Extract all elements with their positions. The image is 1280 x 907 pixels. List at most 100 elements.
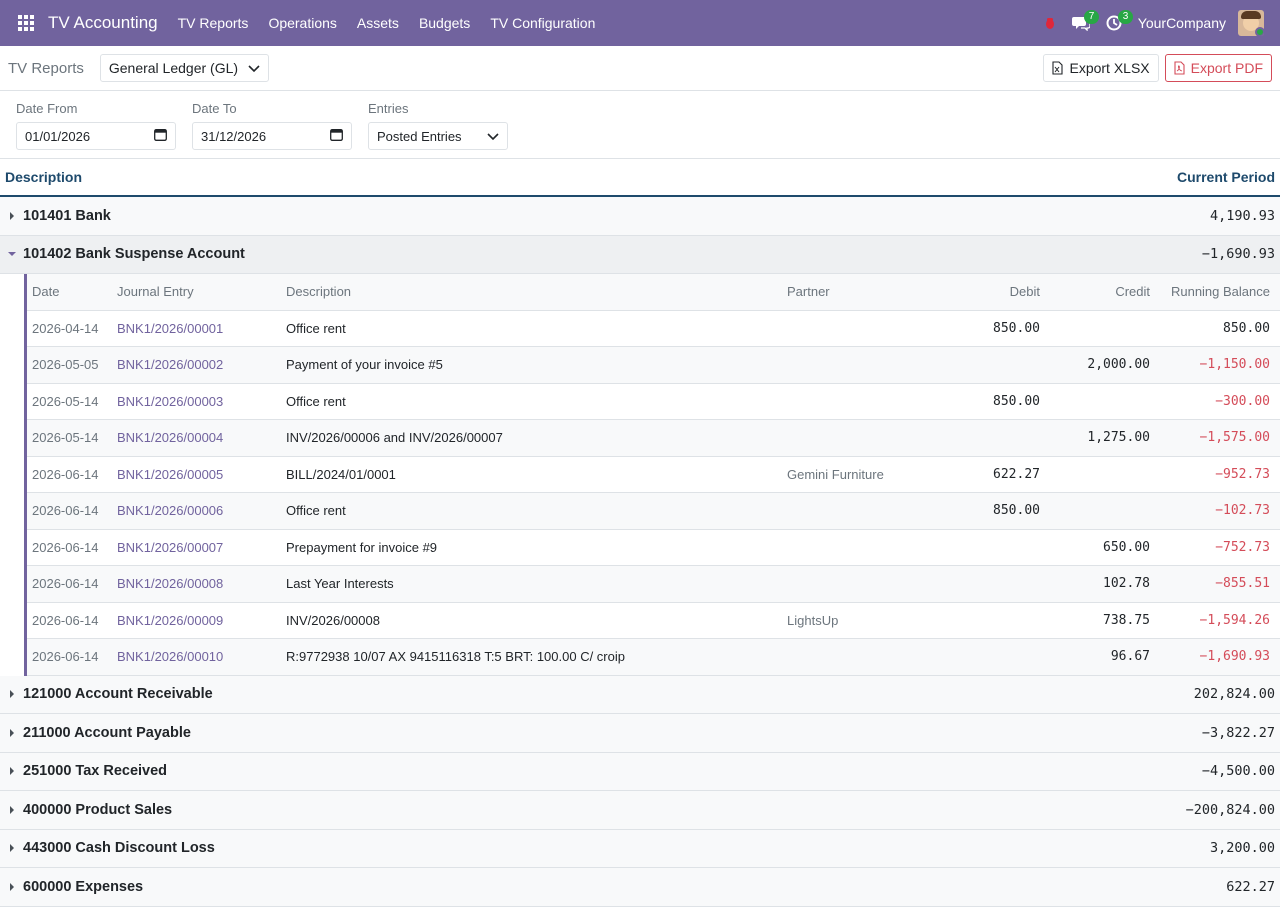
line-credit: 650.00 (1103, 539, 1150, 555)
journal-line-row[interactable]: 2026-06-14 BNK1/2026/00010 R:9772938 10/07… (27, 639, 1280, 676)
line-partner: LightsUp (787, 612, 839, 628)
breadcrumb[interactable]: TV Reports (8, 60, 84, 77)
journal-entry-link[interactable]: BNK1/2026/00005 (117, 467, 286, 482)
pdf-file-icon (1174, 61, 1185, 75)
line-description-column-header: Description (286, 284, 352, 300)
account-row[interactable]: 400000 Product Sales −200,824.00 (0, 791, 1280, 830)
journal-line-row[interactable]: 2026-06-14 BNK1/2026/00005 BILL/2024/01/00… (27, 457, 1280, 493)
menu-tv-reports[interactable]: TV Reports (168, 0, 259, 46)
apps-menu-icon[interactable] (6, 0, 46, 46)
calendar-icon[interactable] (330, 128, 343, 144)
account-amount: 3,200.00 (1209, 840, 1275, 857)
caret-right-icon[interactable] (0, 882, 23, 891)
app-brand[interactable]: TV Accounting (48, 13, 158, 33)
description-column-header: Description (5, 169, 83, 185)
line-debit: 850.00 (993, 393, 1040, 409)
journal-entry-link[interactable]: BNK1/2026/00008 (117, 576, 286, 591)
account-name: 121000 Account Receivable (23, 686, 213, 703)
account-row[interactable]: 101401 Bank 4,190.93 (0, 197, 1280, 236)
line-credit: 96.67 (1110, 649, 1150, 665)
line-description: Prepayment for invoice #9 (286, 539, 438, 555)
journal-entry-link[interactable]: BNK1/2026/00004 (117, 430, 286, 445)
journal-entry-link[interactable]: BNK1/2026/00006 (117, 503, 286, 518)
debug-bug-icon[interactable] (1036, 0, 1064, 46)
journal-line-row[interactable]: 2026-04-14 BNK1/2026/00001 Office rent 850.… (27, 311, 1280, 347)
line-credit: 2,000.00 (1087, 357, 1150, 373)
systray: 7 3 YourCompany (1036, 0, 1280, 46)
journal-line-row[interactable]: 2026-06-14 BNK1/2026/00008 Last Year Inter… (27, 566, 1280, 603)
journal-line-row[interactable]: 2026-06-14 BNK1/2026/00007 Prepayment for … (27, 530, 1280, 566)
account-amount: 4,190.93 (1209, 207, 1275, 224)
activities-clock-icon[interactable]: 3 (1098, 0, 1134, 46)
menu-operations[interactable]: Operations (258, 0, 346, 46)
company-switcher[interactable]: YourCompany (1130, 15, 1234, 31)
line-date: 2026-06-14 (32, 576, 99, 592)
line-description: Office rent (286, 320, 346, 336)
top-navbar: TV Accounting TV Reports Operations Asse… (0, 0, 1280, 46)
line-description: R:9772938 10/07 AX 9415116318 T:5 BRT: 1… (286, 649, 625, 665)
account-row[interactable]: 121000 Account Receivable 202,824.00 (0, 675, 1280, 714)
journal-entry-link[interactable]: BNK1/2026/00001 (117, 321, 286, 336)
messages-icon[interactable]: 7 (1064, 0, 1100, 46)
line-running-balance: −752.73 (1215, 539, 1270, 555)
line-date: 2026-06-14 (32, 612, 99, 628)
account-row[interactable]: 211000 Account Payable −3,822.27 (0, 714, 1280, 753)
caret-right-icon[interactable] (0, 805, 23, 814)
date-to-input[interactable]: 31/12/2026 (192, 122, 352, 150)
menu-assets[interactable]: Assets (347, 0, 409, 46)
caret-right-icon[interactable] (0, 844, 23, 853)
line-description: INV/2026/00008 (286, 612, 380, 628)
line-date: 2026-05-14 (32, 430, 99, 446)
debit-column-header: Debit (1009, 284, 1040, 300)
account-row[interactable]: 600000 Expenses 622.27 (0, 868, 1280, 907)
journal-entry-link[interactable]: BNK1/2026/00003 (117, 394, 286, 409)
date-from-input[interactable]: 01/01/2026 (16, 122, 176, 150)
caret-right-icon[interactable] (0, 728, 23, 737)
account-name: 211000 Account Payable (23, 724, 191, 741)
account-row-expanded[interactable]: 101402 Bank Suspense Account −1,690.93 (0, 235, 1280, 274)
entries-select[interactable]: Posted Entries (368, 122, 508, 150)
journal-line-row[interactable]: 2026-05-14 BNK1/2026/00003 Office rent 850.… (27, 384, 1280, 420)
line-description: BILL/2024/01/0001 (286, 466, 396, 482)
journal-line-row[interactable]: 2026-06-14 BNK1/2026/00009 INV/2026/00008 L… (27, 603, 1280, 639)
caret-down-icon[interactable] (0, 251, 23, 257)
journal-entry-link[interactable]: BNK1/2026/00007 (117, 540, 286, 555)
journal-entry-link[interactable]: BNK1/2026/00002 (117, 357, 286, 372)
calendar-icon[interactable] (154, 128, 167, 144)
export-pdf-button[interactable]: Export PDF (1164, 54, 1272, 82)
account-row[interactable]: 443000 Cash Discount Loss 3,200.00 (0, 829, 1280, 868)
current-period-column-header: Current Period (1176, 169, 1275, 185)
account-row[interactable]: 251000 Tax Received −4,500.00 (0, 752, 1280, 791)
line-running-balance: −102.73 (1215, 503, 1270, 519)
line-date: 2026-06-14 (32, 466, 99, 482)
account-list-after: 121000 Account Receivable 202,824.00 21100… (0, 675, 1280, 907)
journal-entry-column-header: Journal Entry (117, 284, 194, 300)
line-credit: 102.78 (1103, 576, 1150, 592)
report-type-select[interactable]: General Ledger (GL) (99, 54, 270, 82)
line-credit: 738.75 (1103, 612, 1150, 628)
journal-line-row[interactable]: 2026-06-14 BNK1/2026/00006 Office rent 850.… (27, 493, 1280, 530)
main-menu: TV Reports Operations Assets Budgets TV … (168, 0, 606, 46)
menu-budgets[interactable]: Budgets (409, 0, 480, 46)
date-from-value: 01/01/2026 (25, 128, 91, 144)
export-pdf-label: Export PDF (1190, 60, 1263, 76)
journal-line-row[interactable]: 2026-05-14 BNK1/2026/00004 INV/2026/00006 … (27, 420, 1280, 457)
account-amount: 622.27 (1226, 878, 1275, 895)
caret-right-icon[interactable] (0, 690, 23, 699)
menu-tv-configuration[interactable]: TV Configuration (480, 0, 605, 46)
chevron-down-icon (248, 60, 260, 76)
journal-entry-link[interactable]: BNK1/2026/00010 (117, 649, 286, 664)
user-avatar[interactable] (1238, 10, 1264, 36)
chevron-down-icon (487, 129, 499, 144)
line-debit: 850.00 (993, 503, 1040, 519)
export-xlsx-button[interactable]: Export XLSX (1043, 54, 1159, 82)
journal-entry-link[interactable]: BNK1/2026/00009 (117, 613, 286, 628)
report-filters: Date From 01/01/2026 Date To 31/12/2026 … (0, 91, 1280, 159)
caret-right-icon[interactable] (0, 211, 23, 220)
line-running-balance: −1,690.93 (1199, 649, 1270, 665)
line-running-balance: −1,594.26 (1199, 612, 1270, 628)
line-date: 2026-05-05 (32, 357, 99, 373)
caret-right-icon[interactable] (0, 767, 23, 776)
journal-line-row[interactable]: 2026-05-05 BNK1/2026/00002 Payment of your… (27, 347, 1280, 384)
account-name: 443000 Cash Discount Loss (23, 840, 215, 857)
